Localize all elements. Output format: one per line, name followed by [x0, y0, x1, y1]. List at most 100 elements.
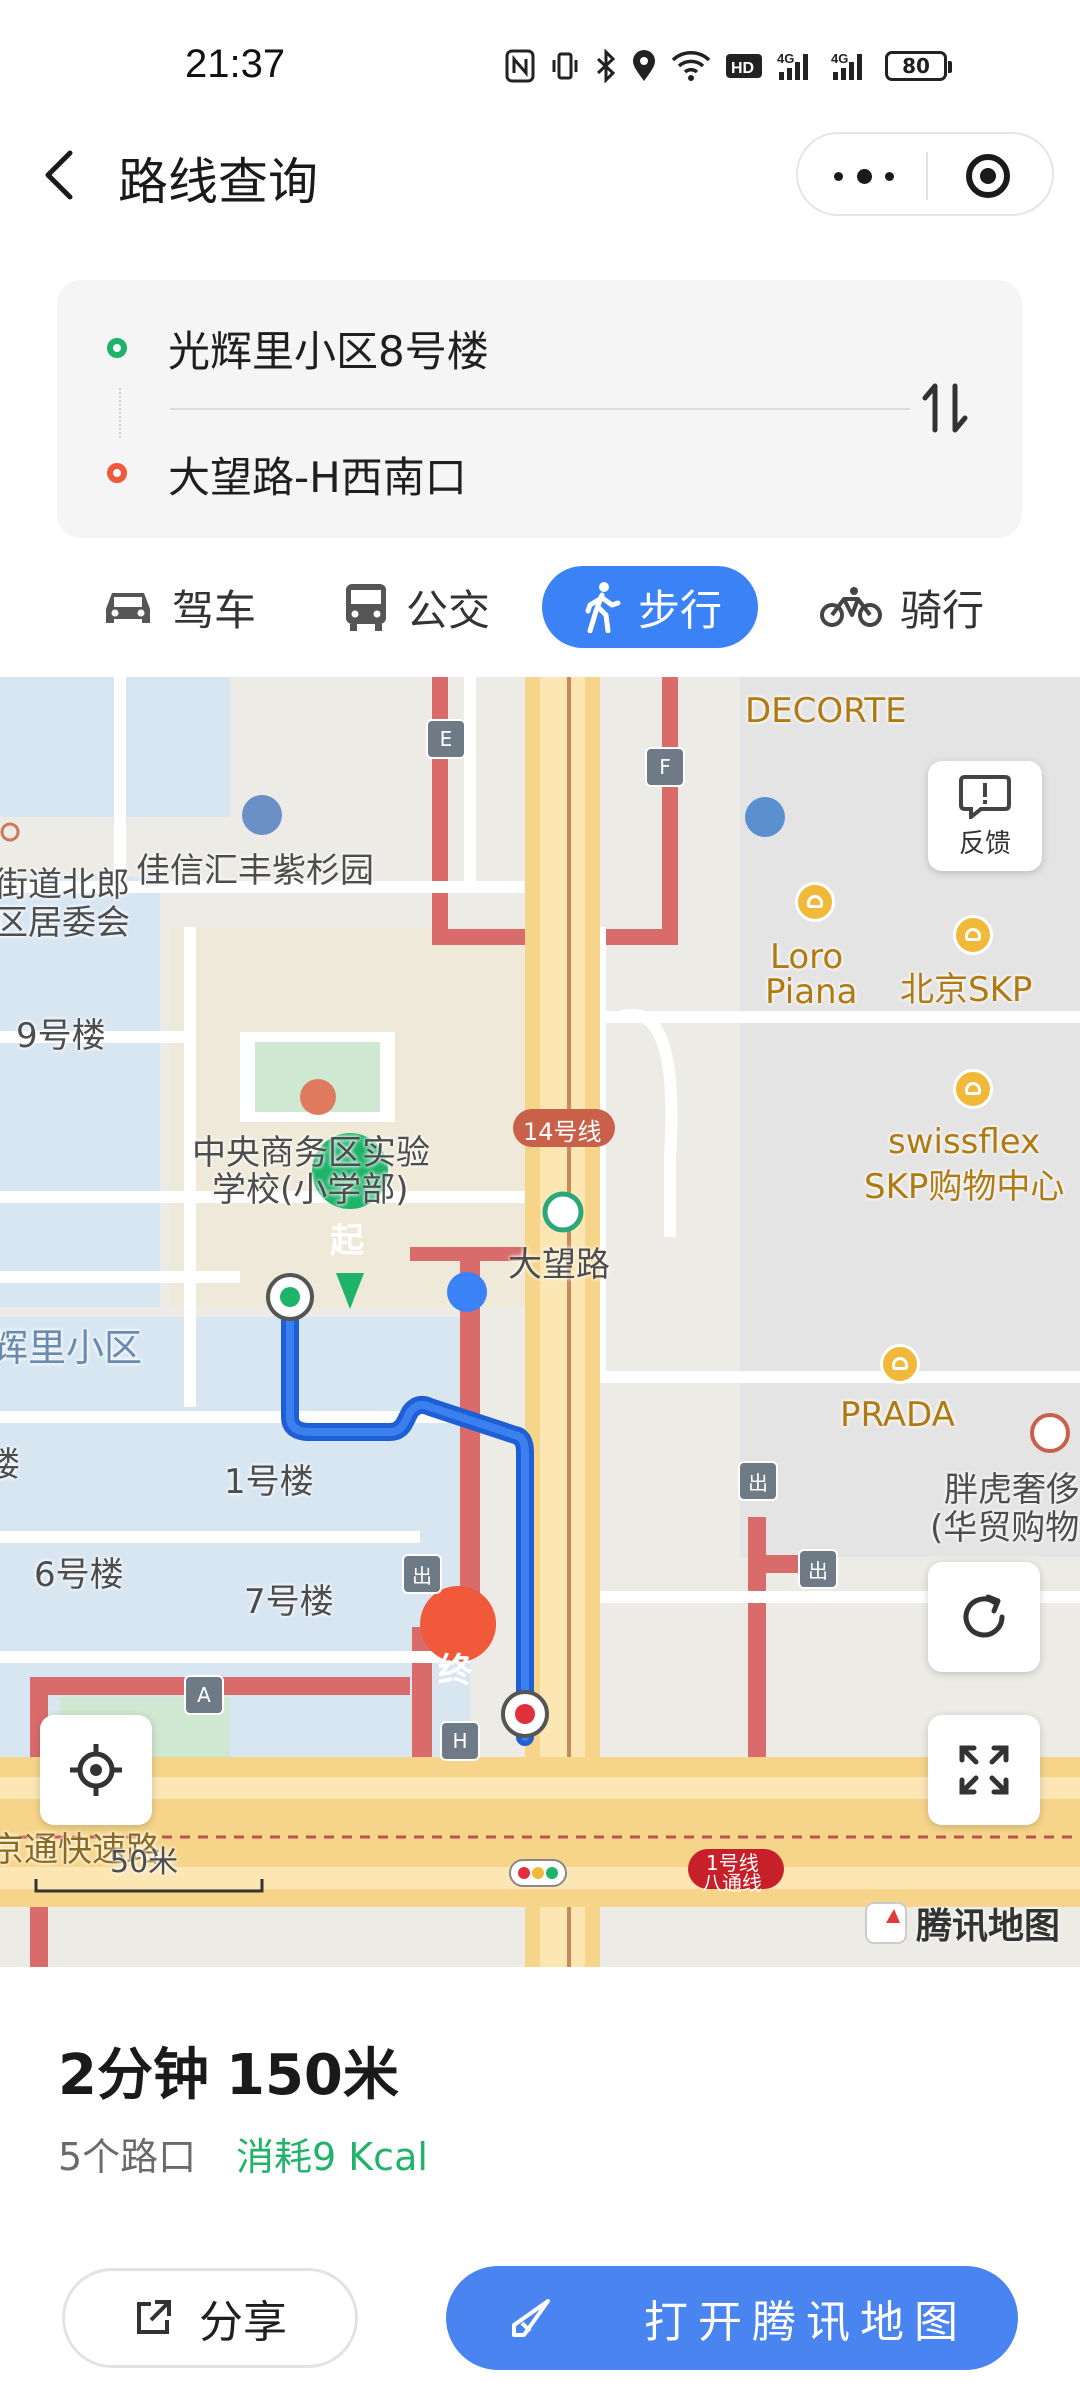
feedback-icon	[959, 774, 1011, 819]
shop-poi-icon	[953, 915, 993, 955]
map-label-skp: 北京SKP	[900, 970, 1033, 1010]
svg-text:4G: 4G	[831, 51, 848, 66]
shop-poi-icon	[953, 1069, 993, 1109]
map-label-loro-1: Loro	[770, 937, 844, 977]
svg-text:HD: HD	[731, 60, 754, 77]
exit-tag-chu-2: 出	[738, 1461, 778, 1501]
end-marker: 终	[438, 1651, 472, 1691]
more-dot-icon	[834, 171, 843, 181]
locate-icon	[70, 1744, 122, 1796]
share-label: 分享	[199, 2297, 287, 2348]
map-scale-label: 50米	[110, 1845, 179, 1880]
tab-drive-label: 驾车	[172, 585, 257, 635]
tab-bus[interactable]: 公交	[342, 566, 490, 648]
exit-tag-a: A	[184, 1675, 224, 1715]
exit-tag-chu-3: 出	[798, 1549, 838, 1589]
map-view[interactable]: 起 终 DECORTE 佳信汇丰紫杉园 街道北郎 区居委会 Loro Piana…	[0, 677, 1080, 1967]
close-mini-program-button[interactable]	[966, 154, 1010, 198]
tab-walk[interactable]: 步行	[542, 566, 759, 648]
map-label-street-office-2: 区居委会	[0, 903, 130, 943]
location-icon	[633, 50, 655, 81]
tab-walk-label: 步行	[638, 585, 723, 635]
route-divider	[170, 408, 910, 410]
map-label-line1-2: 八通线	[702, 1871, 762, 1895]
mini-program-capsule	[796, 132, 1054, 216]
calories-value: 消耗9 Kcal	[236, 2135, 428, 2179]
fullscreen-button[interactable]	[928, 1715, 1040, 1825]
map-label-swissflex-2: SKP购物中心	[864, 1167, 1065, 1207]
brand-label: 腾讯地图	[915, 1906, 1060, 1947]
route-input-panel: 光辉里小区8号楼 大望路-H西南口	[57, 280, 1022, 538]
wifi-icon	[671, 51, 711, 81]
tab-bike-label: 骑行	[900, 585, 985, 635]
walk-icon	[585, 582, 621, 633]
map-brand: 腾讯地图	[864, 1897, 1060, 1949]
map-label-school-2: 学校(小学部)	[212, 1170, 409, 1210]
hd-icon: HD	[726, 54, 762, 78]
map-label-bldg9: 9号楼	[16, 1016, 106, 1056]
open-tencent-map-button[interactable]: 打开腾讯地图	[446, 2266, 1018, 2370]
more-dot-icon	[856, 168, 872, 184]
map-label-jiaxin: 佳信汇丰紫杉园	[136, 851, 374, 891]
map-label-community: 辉里小区	[0, 1326, 143, 1370]
svg-text:4G: 4G	[777, 51, 794, 66]
start-location-field[interactable]: 光辉里小区8号楼	[168, 318, 489, 379]
locate-me-button[interactable]	[40, 1715, 152, 1825]
end-location-field[interactable]: 大望路-H西南口	[168, 444, 467, 505]
map-label-lou: 楼	[0, 1445, 20, 1485]
vibrate-icon	[552, 52, 578, 80]
end-dot-icon	[107, 463, 127, 483]
map-label-panghu-2: (华贸购物	[930, 1508, 1080, 1548]
map-label-decorte: DECORTE	[745, 691, 907, 731]
signal-4g-icon-2: 4G	[831, 51, 862, 80]
crossings-count: 5个路口	[58, 2135, 197, 2179]
bluetooth-icon	[596, 49, 616, 83]
tab-bus-label: 公交	[406, 585, 491, 635]
duration-value: 2分钟	[58, 2043, 209, 2108]
refresh-icon	[963, 1594, 1005, 1638]
status-time: 21:37	[185, 42, 286, 86]
map-label-bldg1: 1号楼	[224, 1462, 314, 1502]
car-icon	[106, 593, 150, 623]
bike-icon	[820, 587, 882, 627]
expand-icon	[959, 1745, 1009, 1795]
map-label-loro-2: Piana	[765, 972, 858, 1012]
feedback-button[interactable]: 反馈	[928, 761, 1042, 871]
start-marker: 起	[330, 1221, 364, 1261]
battery-indicator: 80	[885, 51, 952, 81]
more-options-button[interactable]	[834, 158, 894, 194]
refresh-button[interactable]	[928, 1562, 1040, 1672]
swap-icon[interactable]	[917, 380, 973, 436]
capsule-divider	[926, 152, 928, 200]
open-label: 打开腾讯地图	[644, 2297, 968, 2348]
map-label-dawanglu: 大望路	[508, 1245, 610, 1285]
map-label-bldg6: 6号楼	[34, 1555, 124, 1595]
exit-tag-chu-1: 出	[402, 1554, 442, 1594]
page-title: 路线查询	[118, 153, 318, 211]
more-dot-icon	[885, 171, 894, 181]
signal-4g-icon: 4G	[777, 51, 808, 80]
compass-icon	[512, 2299, 550, 2337]
map-label-swissflex-1: swissflex	[888, 1122, 1041, 1162]
map-label-line14: 14号线	[523, 1118, 602, 1146]
start-dot-icon	[107, 338, 127, 358]
tencent-map-logo-icon	[864, 1902, 907, 1944]
distance-value: 150米	[226, 2043, 399, 2108]
route-connector	[119, 388, 123, 438]
map-label-prada: PRADA	[840, 1395, 955, 1435]
share-icon	[137, 2300, 171, 2334]
share-button[interactable]: 分享	[62, 2268, 358, 2368]
shop-poi-icon	[880, 1344, 920, 1384]
tab-drive[interactable]: 驾车	[100, 566, 256, 648]
nfc-icon	[505, 49, 535, 83]
bus-icon	[346, 584, 386, 631]
exit-tag-h: H	[440, 1721, 480, 1761]
exit-tag-f: F	[645, 747, 685, 787]
back-arrow-icon[interactable]	[36, 145, 86, 205]
feedback-label: 反馈	[958, 828, 1011, 859]
shop-poi-icon	[795, 882, 835, 922]
tab-bike[interactable]: 骑行	[818, 566, 984, 648]
status-icons: HD 4G 4G 80	[505, 44, 952, 88]
exit-tag-e: E	[426, 719, 466, 759]
map-label-bldg7: 7号楼	[244, 1582, 334, 1622]
